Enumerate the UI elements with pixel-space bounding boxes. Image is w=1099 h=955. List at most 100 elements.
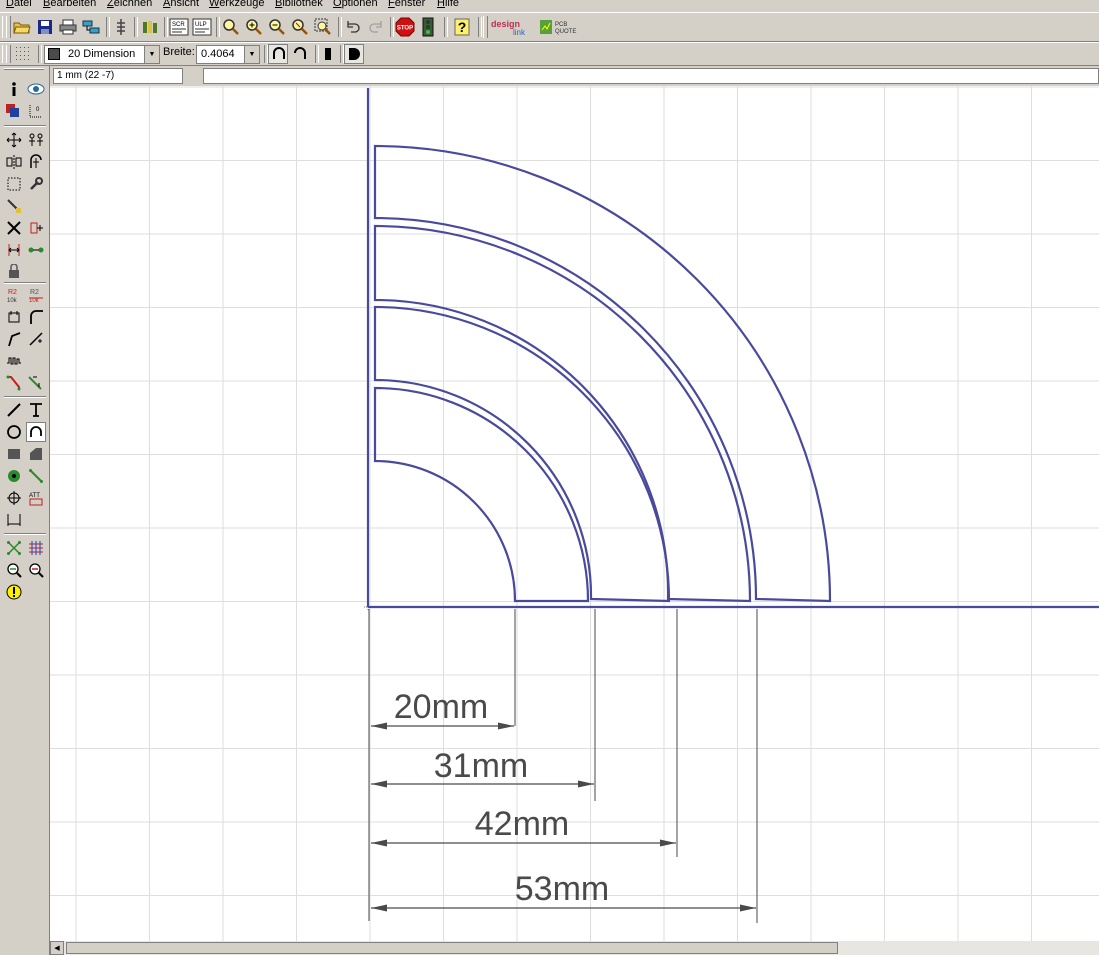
cap-round-icon[interactable] [344, 44, 364, 64]
cam-icon[interactable] [81, 17, 101, 37]
rect-icon[interactable] [4, 444, 24, 464]
svg-text:ATT: ATT [29, 493, 40, 499]
polygon-icon[interactable] [26, 444, 46, 464]
redo-icon[interactable] [366, 17, 386, 37]
split-icon[interactable] [4, 329, 24, 349]
menu-hilfe[interactable]: Hilfe [437, 0, 459, 9]
script-icon[interactable]: SCR [169, 17, 189, 37]
menu-fenster[interactable]: Fenster [388, 0, 425, 9]
command-input[interactable] [203, 68, 1099, 84]
show-icon[interactable] [26, 79, 46, 99]
go-icon[interactable] [418, 17, 438, 37]
toolbar-separator [390, 17, 394, 37]
print-icon[interactable] [58, 17, 78, 37]
menu-werkzeuge[interactable]: Werkzeuge [209, 0, 264, 9]
menu-optionen[interactable]: Optionen [333, 0, 378, 9]
value-icon[interactable]: R2 10k [26, 285, 46, 305]
meander-icon[interactable] [4, 351, 24, 371]
menu-zeichnen[interactable]: Zeichnen [107, 0, 152, 9]
drawing-canvas[interactable]: 20mm 31mm 42mm 53mm [50, 86, 1099, 941]
zoom-in-icon[interactable] [244, 17, 264, 37]
signal-icon[interactable] [26, 466, 46, 486]
board-drawing[interactable]: 20mm 31mm 42mm 53mm [50, 86, 1099, 941]
toolbar-grip[interactable] [6, 45, 11, 63]
paste-icon[interactable] [4, 196, 24, 216]
toolbar-grip[interactable] [483, 16, 488, 38]
menu-datei[interactable]: Datei [6, 0, 32, 9]
width-label: Breite: [163, 46, 195, 58]
stop-icon[interactable]: STOP [395, 17, 415, 37]
hole-icon[interactable] [4, 488, 24, 508]
pinswap-icon[interactable] [4, 240, 24, 260]
group-icon[interactable] [4, 174, 24, 194]
design-link-logo[interactable]: design link [489, 17, 535, 37]
autorouter-icon[interactable] [26, 538, 46, 558]
toolbar-separator [134, 17, 138, 37]
undo-icon[interactable] [343, 17, 363, 37]
open-icon[interactable] [12, 17, 32, 37]
toolbar-grip[interactable] [6, 16, 11, 38]
menu-bibliothek[interactable]: Bibliothek [275, 0, 323, 9]
cap-flat-icon[interactable] [318, 44, 338, 64]
attribute-icon[interactable]: ATT [26, 488, 46, 508]
zoom-fit-icon[interactable] [221, 17, 241, 37]
route-icon[interactable] [4, 373, 24, 393]
help-icon[interactable]: ? [452, 17, 472, 37]
chevron-down-icon[interactable]: ▼ [144, 46, 159, 63]
mark-icon[interactable]: 0 [26, 101, 46, 121]
zoom-out-icon[interactable] [267, 17, 287, 37]
delete-icon[interactable] [4, 218, 24, 238]
palette-separator [4, 125, 46, 127]
library-icon[interactable] [140, 17, 160, 37]
drc-icon[interactable] [4, 560, 24, 580]
menu-ansicht[interactable]: Ansicht [163, 0, 199, 9]
ulp-icon[interactable]: ULP [192, 17, 212, 37]
width-select[interactable]: 0.4064 ▼ [196, 45, 260, 64]
wire-icon[interactable] [4, 400, 24, 420]
save-icon[interactable] [35, 17, 55, 37]
redraw-icon[interactable] [290, 17, 310, 37]
menu-bearbeiten[interactable]: Bearbeiten [43, 0, 96, 9]
layer-select[interactable]: 20 Dimension ▼ [44, 45, 160, 64]
dimension-20mm: 20mm [371, 688, 514, 730]
miter-icon[interactable] [26, 307, 46, 327]
gateswap-icon[interactable] [26, 240, 46, 260]
replace-icon[interactable] [4, 262, 24, 282]
ripup-icon[interactable] [26, 373, 46, 393]
change-icon[interactable] [26, 174, 46, 194]
dimension-icon[interactable] [4, 510, 24, 530]
rotate-icon[interactable] [26, 152, 46, 172]
optimize-icon[interactable] [26, 329, 46, 349]
move-icon[interactable] [4, 130, 24, 150]
mirror-icon[interactable] [4, 152, 24, 172]
chevron-down-icon[interactable]: ▼ [244, 46, 259, 63]
coordinate-display: 1 mm (22 -7) [53, 68, 183, 84]
circle-icon[interactable] [4, 422, 24, 442]
arc-band-1 [373, 386, 590, 603]
dimension-42mm: 42mm [371, 805, 676, 847]
board-schematic-switch-icon[interactable] [111, 17, 131, 37]
horizontal-scrollbar[interactable]: ◀ [50, 941, 1099, 955]
grid-icon[interactable] [13, 44, 33, 64]
coordinate-bar: 1 mm (22 -7) [50, 66, 1099, 86]
display-icon[interactable] [4, 101, 24, 121]
text-icon[interactable] [26, 400, 46, 420]
erc-icon[interactable] [4, 582, 24, 602]
name-icon[interactable]: R2 10k [4, 285, 24, 305]
palette-grip[interactable] [4, 68, 44, 70]
zoom-select-icon[interactable] [313, 17, 333, 37]
scrollbar-thumb[interactable] [66, 942, 838, 954]
smash-icon[interactable] [4, 307, 24, 327]
scroll-left-icon[interactable]: ◀ [50, 941, 64, 955]
add-icon[interactable] [26, 218, 46, 238]
pcb-quote-logo[interactable]: PCB QUOTE [539, 17, 579, 37]
copy-icon[interactable] [26, 130, 46, 150]
info-icon[interactable] [4, 79, 24, 99]
arc-icon[interactable] [26, 422, 46, 442]
arc-cw-icon[interactable] [291, 44, 311, 64]
via-icon[interactable] [4, 466, 24, 486]
arc-ccw-icon[interactable] [268, 44, 288, 64]
ratsnest-icon[interactable] [4, 538, 24, 558]
errors-icon[interactable] [26, 560, 46, 580]
dimension-label-53: 53mm [515, 870, 609, 908]
